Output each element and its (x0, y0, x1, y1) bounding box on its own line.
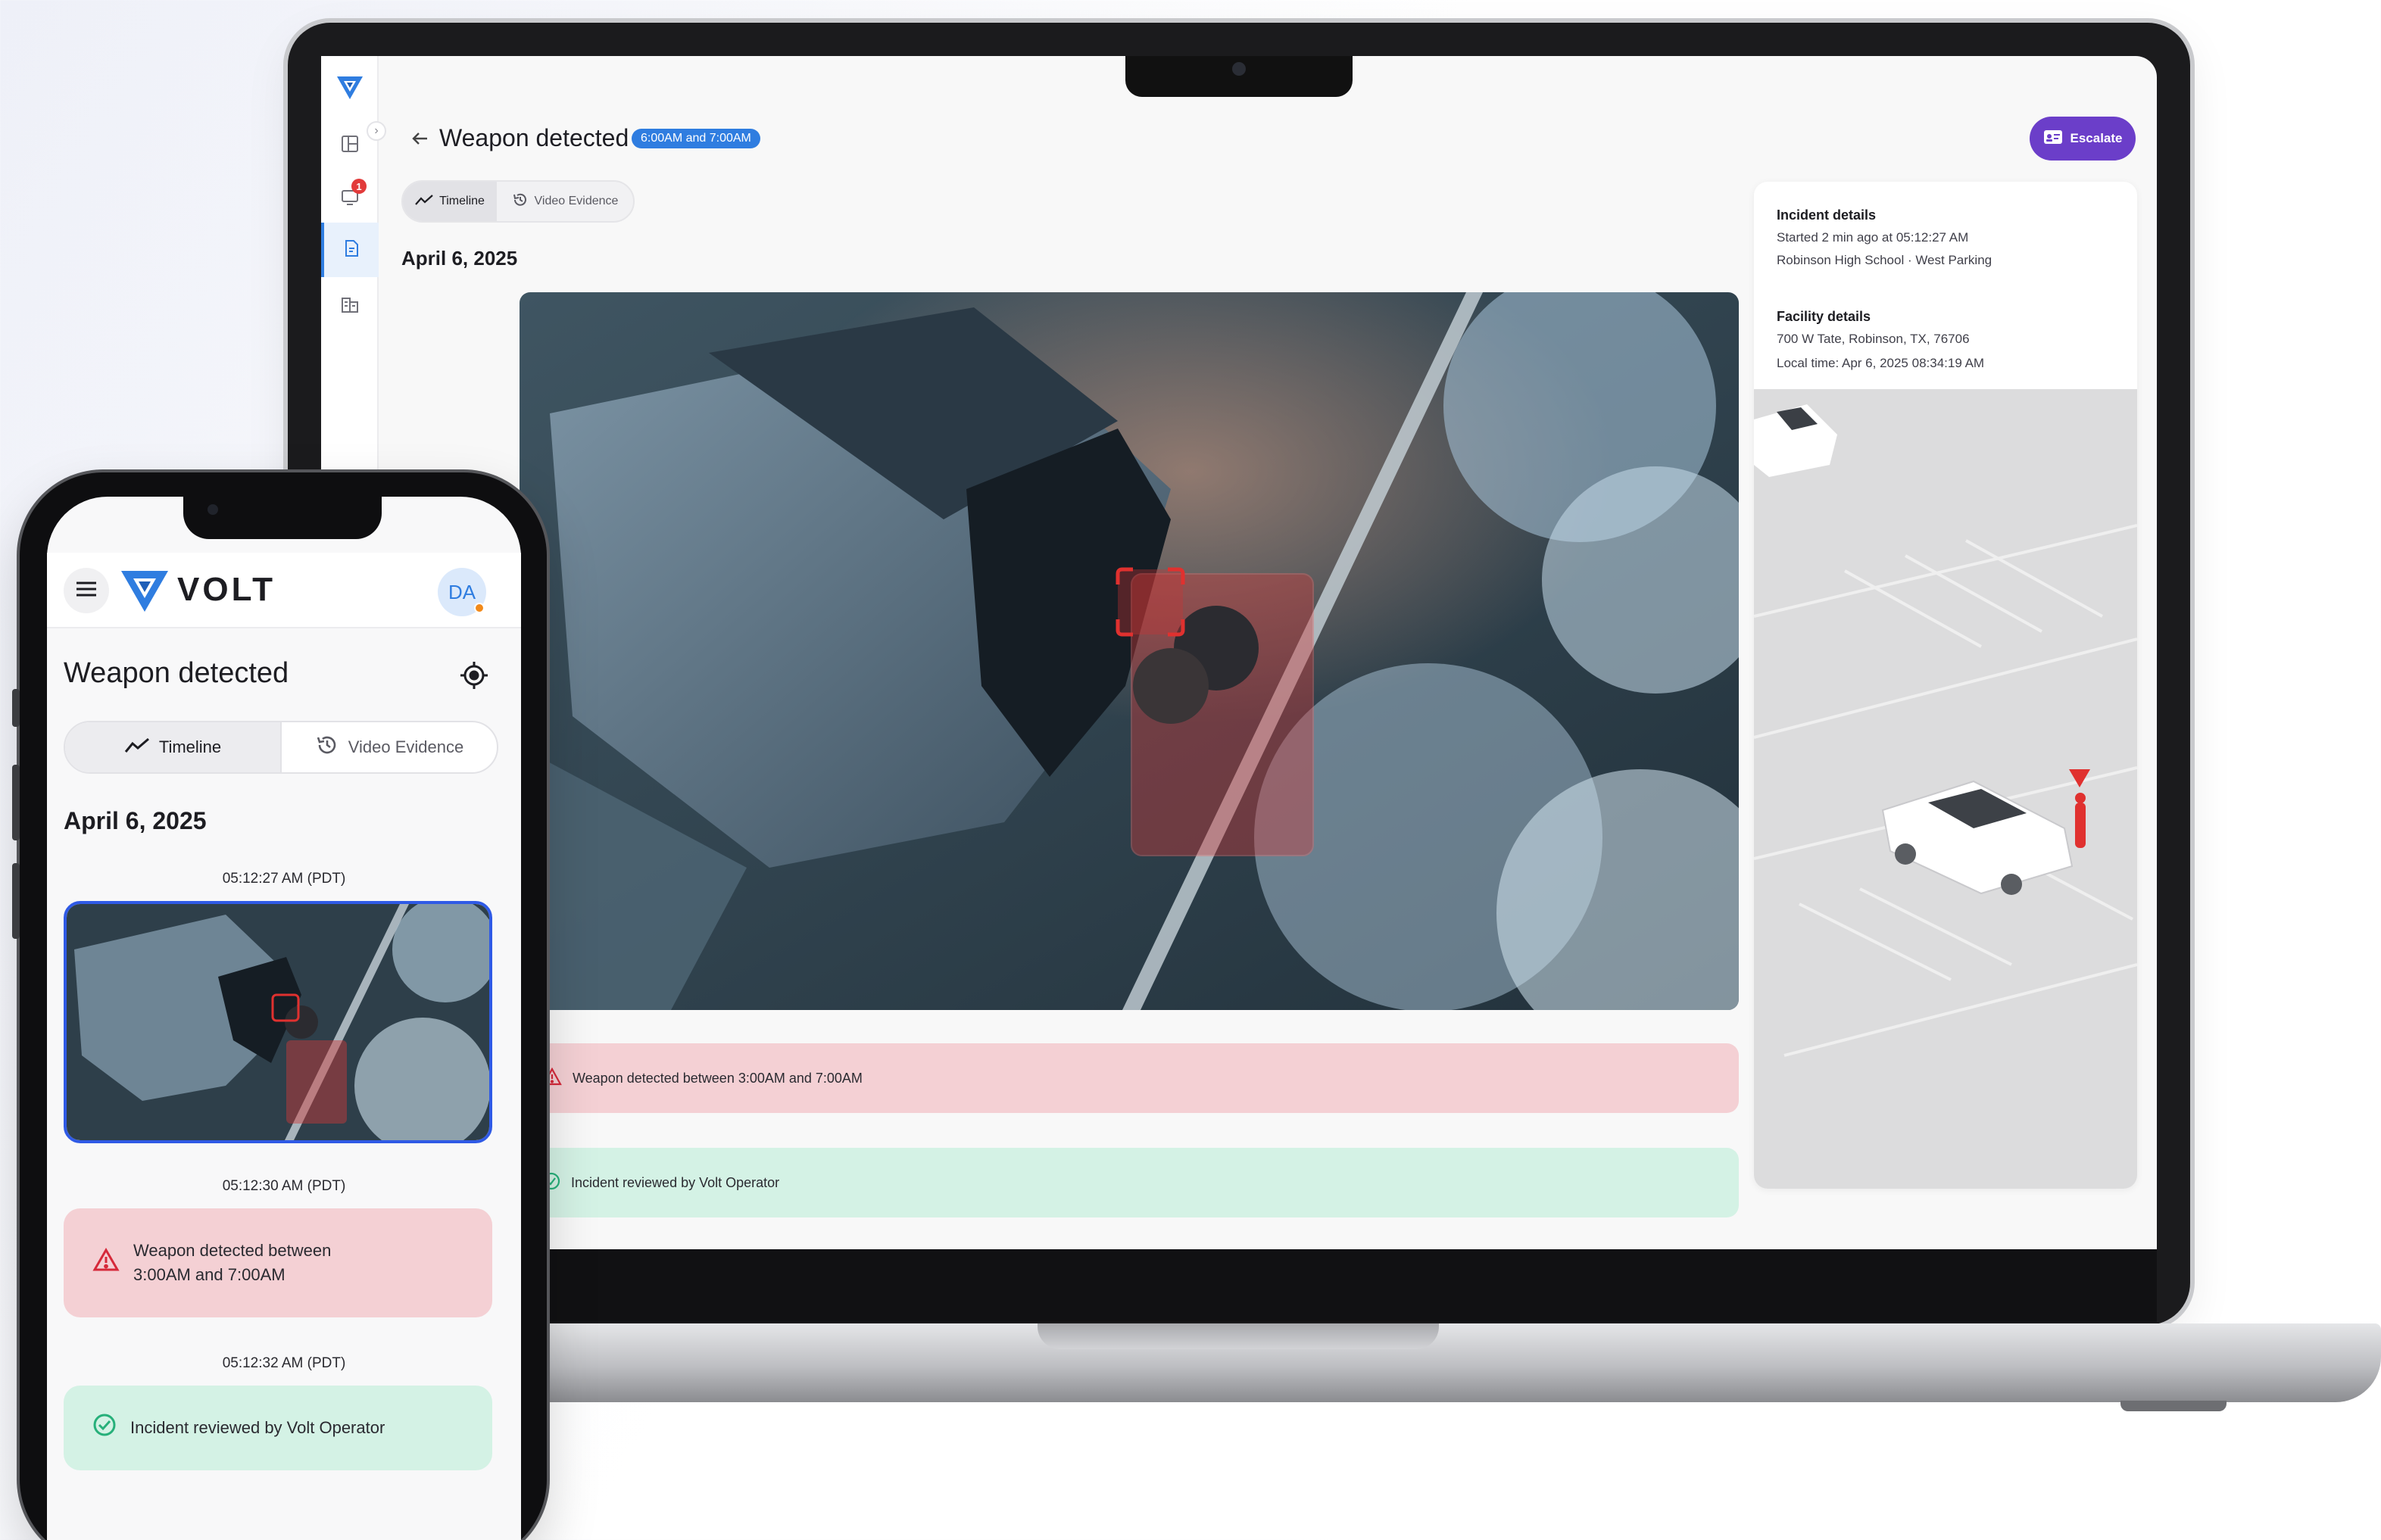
laptop-tab-bar: Timeline Video Evidence (401, 180, 635, 223)
phone-camera (208, 504, 218, 515)
check-circle-icon (92, 1413, 117, 1444)
suspect-car-icon (1881, 780, 2074, 895)
timeline-timestamp: 05:12:32 AM (PDT) (222, 1355, 346, 1371)
document-icon (342, 238, 361, 262)
laptop-foot (2120, 1401, 2227, 1411)
phone-notch (183, 492, 382, 539)
escalate-label: Escalate (2070, 131, 2123, 145)
sidebar-item-facilities[interactable] (335, 291, 365, 321)
brand-name: VOLT (177, 571, 276, 608)
tab-timeline[interactable]: Timeline (403, 182, 497, 221)
event-reviewed[interactable]: Incident reviewed by Volt Operator (520, 1148, 1739, 1217)
facility-details-heading: Facility details (1777, 309, 1871, 324)
sidebar-expand-button[interactable]: › (367, 121, 386, 141)
laptop-bezel (321, 1249, 2157, 1322)
event-weapon-alert[interactable]: Weapon detected between 3:00AM and 7:00A… (520, 1043, 1739, 1113)
incident-location: Robinson High School · West Parking (1777, 253, 1992, 267)
camera-footage-thumbnail[interactable] (64, 901, 492, 1143)
tab-video-evidence[interactable]: Video Evidence (282, 722, 497, 772)
sidebar-item-incidents[interactable] (321, 223, 379, 277)
phone-event-reviewed-text: Incident reviewed by Volt Operator (130, 1418, 385, 1437)
phone-mute-switch (12, 689, 20, 727)
page-title: Weapon detected (439, 124, 629, 151)
dashboard-icon (340, 134, 360, 157)
facility-local-time: Local time: Apr 6, 2025 08:34:19 AM (1777, 356, 1985, 370)
phone-event-alert-text: Weapon detected between 3:00AM and 7:00A… (133, 1241, 332, 1284)
tab-timeline-label: Timeline (439, 195, 485, 207)
volt-logo-icon[interactable] (120, 566, 170, 619)
incident-details-heading: Incident details (1777, 207, 1877, 223)
timeline-date: April 6, 2025 (401, 247, 518, 270)
phone-volume-down (12, 863, 20, 939)
phone-tab-bar: Timeline Video Evidence (64, 721, 498, 774)
event-reviewed-text: Incident reviewed by Volt Operator (571, 1174, 780, 1190)
phone-volume-up (12, 765, 20, 840)
phone-timeline-date: April 6, 2025 (64, 807, 207, 834)
building-icon (340, 295, 360, 318)
history-icon (315, 733, 339, 762)
time-range-badge: 6:00AM and 7:00AM (632, 129, 760, 148)
phone-page-title: Weapon detected (64, 657, 289, 689)
sidebar-item-monitors[interactable]: 1 (335, 179, 367, 214)
escalate-button[interactable]: Escalate (2030, 117, 2136, 161)
menu-button[interactable] (64, 568, 109, 613)
trend-line-icon (124, 737, 150, 758)
tab-video-evidence[interactable]: Video Evidence (497, 182, 633, 221)
trend-line-icon (415, 194, 433, 210)
parking-lot-map[interactable] (1754, 389, 2137, 1189)
incident-started: Started 2 min ago at 05:12:27 AM (1777, 230, 1969, 245)
tab-video-evidence-label: Video Evidence (534, 195, 619, 207)
locate-target-icon[interactable] (459, 660, 489, 691)
facility-address: 700 W Tate, Robinson, TX, 76706 (1777, 332, 1970, 346)
tab-video-evidence-label: Video Evidence (348, 737, 464, 756)
parked-car-icon (1754, 404, 1837, 477)
volt-logo-icon[interactable] (335, 73, 365, 107)
laptop-camera (1232, 62, 1246, 76)
notification-badge: 1 (351, 179, 367, 194)
hamburger-menu-icon (75, 581, 98, 601)
timeline-timestamp: 05:12:30 AM (PDT) (222, 1178, 346, 1194)
camera-footage-image[interactable] (520, 292, 1739, 1010)
history-icon (512, 192, 529, 212)
tab-timeline-label: Timeline (158, 737, 222, 756)
id-card-icon (2043, 129, 2063, 148)
laptop-hinge (1038, 1323, 1439, 1349)
warning-triangle-icon (92, 1247, 120, 1279)
sidebar-item-dashboard[interactable] (335, 130, 365, 161)
incident-details-panel: Incident details Started 2 min ago at 05… (1754, 182, 2137, 1189)
phone-event-reviewed[interactable]: Incident reviewed by Volt Operator (64, 1386, 492, 1470)
status-dot (474, 603, 485, 613)
phone-event-weapon-alert[interactable]: Weapon detected between 3:00AM and 7:00A… (64, 1208, 492, 1317)
back-arrow-icon[interactable] (409, 127, 432, 150)
tab-timeline[interactable]: Timeline (65, 722, 282, 772)
timeline-timestamp: 05:12:27 AM (PDT) (222, 871, 346, 887)
event-alert-text: Weapon detected between 3:00AM and 7:00A… (573, 1070, 863, 1086)
